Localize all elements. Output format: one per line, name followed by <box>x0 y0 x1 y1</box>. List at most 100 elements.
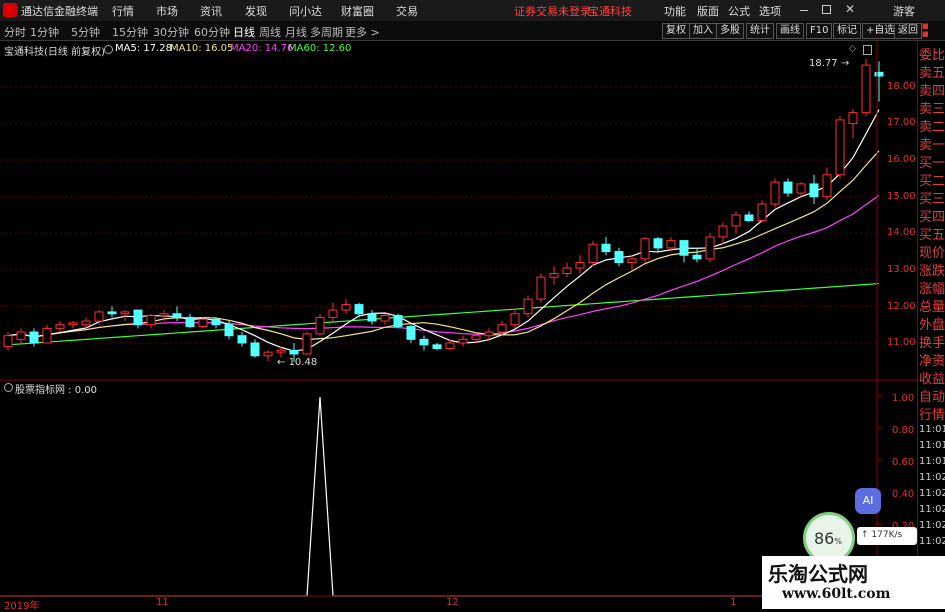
add-watchlist-button[interactable]: +自选 <box>862 23 899 39</box>
candle-body <box>874 71 884 77</box>
high-price-label: 18.77 → <box>809 58 850 69</box>
x-tick-12: 12 <box>446 597 459 608</box>
tab-period-5min[interactable]: 5分钟 <box>71 24 100 40</box>
watermark-url: www.60lt.com <box>782 586 891 602</box>
side-change: 涨跌 <box>919 264 945 279</box>
close-icon[interactable]: ✕ <box>845 2 855 16</box>
side-outer: 外盘 <box>919 318 945 333</box>
tab-period-monthly[interactable]: 月线 <box>285 24 307 40</box>
side-volume: 总量 <box>919 300 945 315</box>
side-quote[interactable]: 行情 <box>919 404 945 423</box>
tab-period-multi[interactable]: 多周期 <box>310 24 343 40</box>
menu-gongneng[interactable]: 功能 <box>664 3 686 19</box>
tab-period-15min[interactable]: 15分钟 <box>112 24 148 40</box>
candle-body <box>328 309 338 318</box>
candle-body <box>432 344 442 349</box>
candle-body <box>497 324 507 333</box>
side-sell4[interactable]: 卖四 <box>919 80 945 99</box>
candle-body <box>68 322 78 326</box>
tick-time: 11:01 <box>919 456 945 467</box>
candle-body <box>198 318 208 328</box>
period-toolbar: 分时 1分钟 5分钟 15分钟 30分钟 60分钟 日线 周线 月线 多周期 更… <box>0 21 945 41</box>
minimize-icon[interactable] <box>800 10 808 11</box>
tab-period-more[interactable]: 更多 > <box>345 24 380 40</box>
tab-period-daily[interactable]: 日线 <box>233 24 255 40</box>
percent-value: 86% <box>814 529 842 548</box>
side-buy5[interactable]: 买五 <box>919 224 945 243</box>
side-sell5[interactable]: 卖五 <box>919 62 945 81</box>
ai-assistant-button[interactable]: AI <box>855 488 881 514</box>
indicator-header: 股票指标网 : 0.00 <box>15 385 97 396</box>
menu-wenxiaoda[interactable]: 问小达 <box>289 3 322 19</box>
side-sell3[interactable]: 卖三 <box>919 98 945 117</box>
menu-xuanxiang[interactable]: 选项 <box>759 3 781 19</box>
menu-hangqing[interactable]: 行情 <box>112 3 134 19</box>
tab-period-30min[interactable]: 30分钟 <box>153 24 189 40</box>
side-sell1[interactable]: 卖一 <box>919 134 945 153</box>
guest-user[interactable]: 游客 <box>893 3 915 19</box>
side-buy1[interactable]: 买一 <box>919 152 945 171</box>
candle-body <box>549 273 559 278</box>
side-change-pct: 涨幅 <box>919 282 945 297</box>
side-buy2[interactable]: 买二 <box>919 170 945 189</box>
menu-gongshi[interactable]: 公式 <box>728 3 750 19</box>
maximize-icon[interactable] <box>822 5 831 14</box>
f10-button[interactable]: F10 <box>806 23 833 39</box>
side-auto[interactable]: 自动 <box>919 386 945 405</box>
candle-body <box>185 316 195 328</box>
candle-body <box>393 315 403 328</box>
menu-banmian[interactable]: 版面 <box>697 3 719 19</box>
candle-body <box>263 351 273 357</box>
candle-body <box>3 335 13 348</box>
kline-chart[interactable] <box>0 40 917 609</box>
side-buy3[interactable]: 买三 <box>919 188 945 207</box>
y-tick: 17.00 <box>887 117 916 128</box>
candle-body <box>172 313 182 318</box>
candle-body <box>705 236 715 260</box>
candle-body <box>471 335 481 340</box>
watermark-banner: 乐淘公式网 www.60lt.com <box>762 556 945 609</box>
candle-body <box>484 331 494 337</box>
candle-body <box>718 225 728 238</box>
mark-button[interactable]: 标记 <box>833 23 861 39</box>
trade-login-notice[interactable]: 证券交易未登录 <box>514 3 591 19</box>
candle-body <box>341 304 351 311</box>
menu-shichang[interactable]: 市场 <box>156 3 178 19</box>
y-tick: 16.00 <box>887 154 916 165</box>
candle-body <box>419 338 429 346</box>
indicator-line <box>0 396 877 597</box>
menu-jiaoyi[interactable]: 交易 <box>396 3 418 19</box>
tab-period-weekly[interactable]: 周线 <box>259 24 281 40</box>
candle-body <box>133 309 143 326</box>
statistics-button[interactable]: 统计 <box>746 23 774 39</box>
candle-body <box>120 311 130 315</box>
ind-y-tick: 0.80 <box>892 425 915 436</box>
tab-period-60min[interactable]: 60分钟 <box>194 24 230 40</box>
menu-zixun[interactable]: 资讯 <box>200 3 222 19</box>
candle-body <box>302 333 312 355</box>
side-buy4[interactable]: 买四 <box>919 206 945 225</box>
candle-body <box>575 262 585 269</box>
tick-time: 11:02 <box>919 472 945 483</box>
watermark-title: 乐淘公式网 <box>768 562 868 586</box>
candle-body <box>406 326 416 340</box>
back-button[interactable]: 返回 <box>894 23 922 39</box>
add-button[interactable]: 加入 <box>689 23 717 39</box>
candle-body <box>42 327 52 344</box>
menu-faxian[interactable]: 发现 <box>245 3 267 19</box>
ad-tag-icon: ■ ■ <box>922 22 929 38</box>
menu-caifuquan[interactable]: 财富圈 <box>341 3 374 19</box>
network-speed: ↑ 177K/s <box>861 530 903 540</box>
tick-time: 11:02 <box>919 536 945 547</box>
multi-stock-button[interactable]: 多股 <box>716 23 744 39</box>
tab-period-1min[interactable]: 1分钟 <box>30 24 59 40</box>
candle-body <box>94 311 104 322</box>
tick-time: 11:02 <box>919 504 945 515</box>
fuquan-button[interactable]: 复权 <box>662 23 690 39</box>
indicator-settings-icon[interactable] <box>4 383 13 392</box>
tab-period-fenshi[interactable]: 分时 <box>4 24 26 40</box>
candle-body <box>653 238 663 249</box>
candle-body <box>445 342 455 349</box>
side-sell2[interactable]: 卖二 <box>919 116 945 135</box>
draw-line-button[interactable]: 画线 <box>776 23 804 39</box>
